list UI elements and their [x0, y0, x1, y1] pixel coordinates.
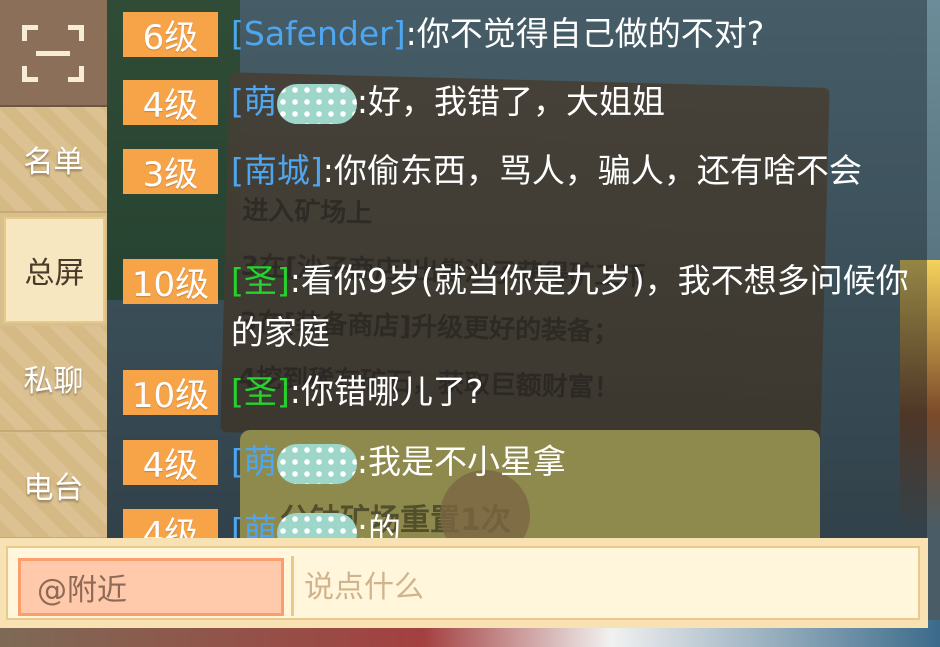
redacted-name — [276, 512, 357, 540]
message-text: :的 — [356, 511, 401, 540]
message-line: [萌 :我是不小星拿 — [231, 436, 566, 488]
chat-input-bar: @附近 — [0, 538, 928, 628]
input-divider — [291, 556, 294, 616]
message-text: :你错哪儿了? — [289, 372, 484, 411]
message-line: [南城]:你偷东西，骂人，骗人，还有啥不会 — [231, 145, 862, 197]
scope-label: @附近 — [37, 573, 127, 608]
chat-scope-selector[interactable]: @附近 — [18, 558, 284, 616]
player-name[interactable]: [南城] — [231, 151, 323, 190]
redacted-name — [276, 83, 357, 124]
chat-message-input[interactable] — [304, 558, 904, 616]
player-name[interactable]: [圣] — [231, 372, 290, 411]
chat-input-container: @附近 — [6, 546, 920, 620]
chat-message: 3级 [南城]:你偷东西，骂人，骗人，还有啥不会 — [123, 145, 921, 197]
level-badge: 10级 — [123, 259, 218, 305]
player-name[interactable]: [Safender] — [231, 14, 406, 53]
level-badge: 6级 — [123, 12, 218, 58]
scan-button[interactable] — [0, 0, 107, 107]
message-line: [圣]:看你9岁(就当你是九岁)，我不想多问候你的家庭 — [231, 255, 921, 359]
chat-message: 4级 [萌 :我是不小星拿 — [123, 436, 921, 488]
chat-message: 6级 [Safender]:你不觉得自己做的不对? — [123, 8, 921, 60]
scan-icon — [22, 25, 84, 82]
tab-radio[interactable]: 电台 — [0, 433, 107, 539]
level-badge: 4级 — [123, 80, 218, 126]
chat-message: 10级 [圣]:看你9岁(就当你是九岁)，我不想多问候你的家庭 — [123, 255, 921, 359]
tab-label: 总屏 — [24, 256, 85, 291]
message-line: [萌 :的 — [231, 505, 401, 540]
chat-sidebar: 名单 总屏 私聊 电台 — [0, 0, 107, 540]
tab-label: 私聊 — [23, 364, 84, 399]
level-badge: 4级 — [123, 440, 218, 486]
redacted-name — [276, 443, 357, 484]
chat-message: 4级 [萌 :的 — [123, 505, 921, 540]
level-badge: 10级 — [123, 370, 218, 416]
player-name[interactable]: [圣] — [231, 261, 290, 300]
message-text: :你偷东西，骂人，骗人，还有啥不会 — [322, 151, 862, 190]
player-name[interactable]: [萌 — [231, 442, 277, 481]
tab-label: 电台 — [23, 471, 84, 506]
level-badge: 3级 — [123, 149, 218, 195]
level-badge: 4级 — [123, 509, 218, 540]
message-line: [圣]:你错哪儿了? — [231, 366, 483, 418]
player-name[interactable]: [萌 — [231, 82, 277, 121]
message-text: :看你9岁(就当你是九岁)，我不想多问候你的家庭 — [231, 261, 909, 352]
tab-all[interactable]: 总屏 — [4, 217, 105, 323]
tab-roster[interactable]: 名单 — [0, 107, 107, 213]
message-text: :你不觉得自己做的不对? — [405, 14, 765, 53]
message-text: :好，我错了，大姐姐 — [356, 82, 665, 121]
message-text: :我是不小星拿 — [356, 442, 566, 481]
tab-label: 名单 — [23, 145, 84, 180]
chat-message: 4级 [萌 :好，我错了，大姐姐 — [123, 76, 921, 128]
message-line: [萌 :好，我错了，大姐姐 — [231, 76, 665, 128]
player-name[interactable]: [萌 — [231, 511, 277, 540]
chat-message: 10级 [圣]:你错哪儿了? — [123, 366, 921, 418]
tab-private[interactable]: 私聊 — [0, 326, 107, 432]
message-line: [Safender]:你不觉得自己做的不对? — [231, 8, 764, 60]
chat-panel[interactable]: 6级 [Safender]:你不觉得自己做的不对? 4级 [萌 :好，我错了，大姐… — [107, 0, 927, 540]
